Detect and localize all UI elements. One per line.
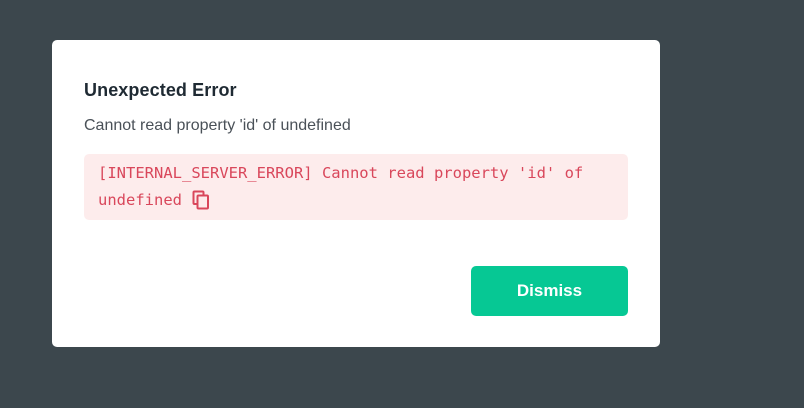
dismiss-button[interactable]: Dismiss (471, 266, 628, 316)
error-detail: [INTERNAL_SERVER_ERROR] Cannot read prop… (98, 160, 598, 219)
dialog-title: Unexpected Error (84, 80, 237, 100)
error-detail-box: [INTERNAL_SERVER_ERROR] Cannot read prop… (84, 154, 628, 220)
error-detail-text: [INTERNAL_SERVER_ERROR] Cannot read prop… (98, 164, 593, 209)
error-message: Cannot read property 'id' of undefined (84, 117, 351, 134)
error-dialog: Unexpected Error Cannot read property 'i… (52, 40, 660, 347)
copy-icon[interactable] (192, 190, 210, 219)
